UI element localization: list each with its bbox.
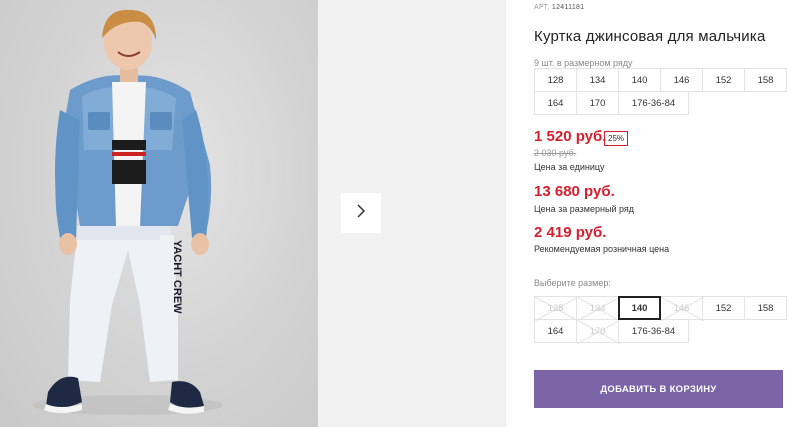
article-number: 12411181 <box>551 4 585 11</box>
size-row-cell: 128 <box>534 68 577 92</box>
product-image: YACHT CREW <box>0 0 318 427</box>
product-title: Куртка джинсовая для мальчика <box>534 28 766 45</box>
article-line: АРТ. 12411181 <box>534 4 584 11</box>
size-option[interactable]: 134 <box>576 296 620 321</box>
row-price: 13 680 руб. <box>534 183 615 200</box>
size-option[interactable]: 164 <box>534 319 577 343</box>
product-photo[interactable]: YACHT CREW <box>0 0 318 427</box>
size-row-cell: 170 <box>576 91 619 115</box>
trouser-print-text: YACHT CREW <box>171 240 183 314</box>
size-row-cell: 134 <box>576 68 619 92</box>
size-option[interactable]: 146 <box>660 296 704 321</box>
size-option[interactable]: 128 <box>534 296 578 321</box>
price: 1 520 руб. <box>534 128 607 145</box>
size-option[interactable]: 176-36-84 <box>618 319 689 343</box>
discount-badge: 25% <box>604 131 629 146</box>
size-row-cell: 158 <box>744 68 787 92</box>
size-row-cell: 146 <box>660 68 703 92</box>
choose-size-label: Выберите размер: <box>534 278 611 288</box>
chevron-right-icon <box>355 203 367 224</box>
size-option-label: 170 <box>589 325 606 337</box>
size-option[interactable]: 152 <box>702 296 745 320</box>
rrp-caption: Рекомендуемая розничная цена <box>534 244 670 254</box>
size-row-cell: 140 <box>618 68 661 92</box>
size-row-cell: 152 <box>702 68 745 92</box>
size-selector: 128 134 140 146 152 158 164 170 176-36-8… <box>534 296 792 344</box>
size-option-label: 134 <box>589 302 606 314</box>
size-option-label: 128 <box>547 302 564 314</box>
article-label: АРТ. <box>534 4 550 11</box>
price-unit-caption: Цена за единицу <box>534 162 605 172</box>
size-row-cell: 164 <box>534 91 577 115</box>
old-price: 2 030 руб. <box>534 148 577 158</box>
panel-divider <box>505 0 506 427</box>
add-to-cart-button[interactable]: ДОБАВИТЬ В КОРЗИНУ <box>534 370 783 408</box>
size-option-selected[interactable]: 140 <box>618 296 661 320</box>
size-row-table: 128 134 140 146 152 158 164 170 176-36-8… <box>534 68 792 115</box>
gallery-next-button[interactable] <box>341 193 381 233</box>
row-price-caption: Цена за размерный ряд <box>534 204 635 214</box>
size-row-cell: 176-36-84 <box>618 91 689 115</box>
size-option[interactable]: 170 <box>576 319 620 344</box>
size-option-label: 146 <box>673 302 690 314</box>
rrp-price: 2 419 руб. <box>534 224 607 241</box>
size-row-count: 9 шт. в размерном ряду <box>534 58 633 68</box>
size-option[interactable]: 158 <box>744 296 787 320</box>
